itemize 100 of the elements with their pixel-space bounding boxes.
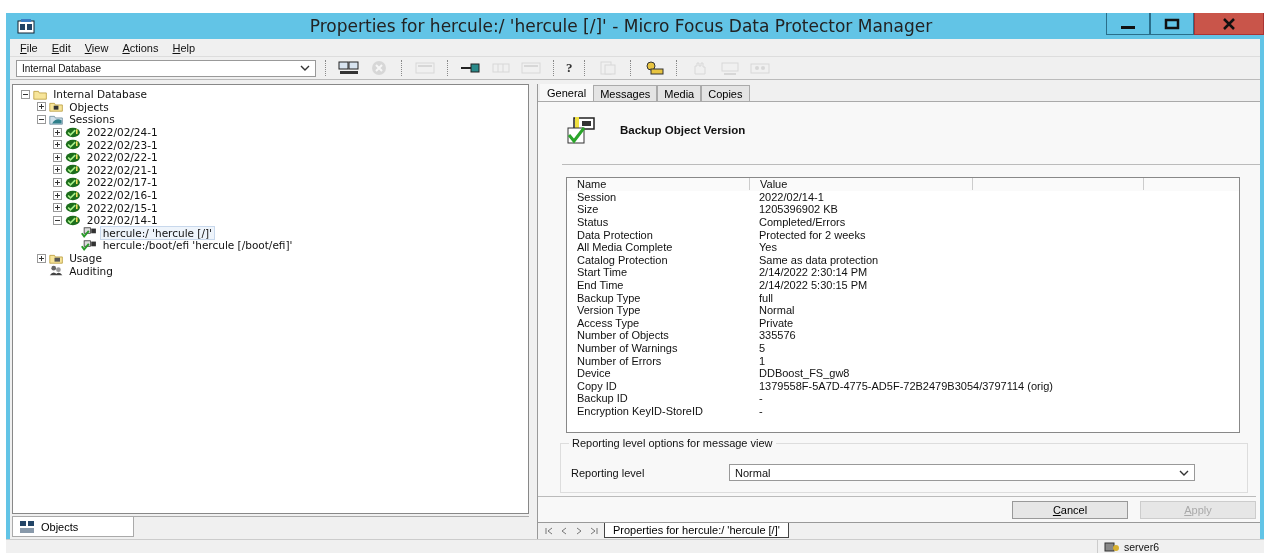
menu-item[interactable]: Edit: [51, 41, 71, 54]
column-header[interactable]: Name: [567, 178, 750, 191]
check-disc-icon: [65, 126, 81, 138]
minimize-icon: [1121, 26, 1135, 29]
expand-icon[interactable]: [53, 190, 62, 200]
next-icon[interactable]: [574, 527, 584, 535]
window-title: Properties for hercule:/ 'hercule [/]' - Micro Focus Data Protector Manager: [308, 16, 934, 36]
tab[interactable]: Messages: [593, 85, 658, 101]
folder-icon: [49, 252, 64, 264]
table-cell-text: Status: [576, 216, 610, 229]
minimize-button[interactable]: [1106, 13, 1150, 35]
tree-item[interactable]: Objects: [66, 99, 112, 114]
table-cell-text: -: [758, 392, 764, 405]
check-disc-icon: [65, 214, 81, 226]
table-cell-text: 1379558F-5A7D-4775-AD5F-72B2479B3054/3797114 (orig): [758, 379, 1053, 392]
tab[interactable]: Copies: [701, 85, 750, 101]
table-cell-text: -: [758, 405, 764, 417]
table-cell-text: Encryption KeyID-StoreID: [576, 405, 704, 417]
table-cell-text: Data Protection: [576, 228, 654, 241]
computer-check-icon: [81, 227, 97, 239]
column-header[interactable]: Value: [750, 178, 973, 191]
section-title: Backup Object Version: [620, 124, 746, 136]
expand-icon[interactable]: [53, 203, 62, 213]
tab[interactable]: General: [540, 84, 594, 101]
context-dropdown[interactable]: Internal Database: [16, 59, 316, 77]
server-icon: [1104, 540, 1120, 553]
table-cell-text: Device: [576, 367, 612, 380]
maximize-icon: [1162, 17, 1182, 30]
help-button[interactable]: ?: [564, 59, 575, 77]
tree-item[interactable]: 2022/02/15-1: [83, 200, 161, 215]
table-cell-text: Backup ID: [576, 392, 629, 405]
group-title: Reporting level options for message view: [569, 437, 776, 449]
tree-item[interactable]: Internal Database: [50, 87, 151, 102]
expand-icon[interactable]: [53, 127, 62, 137]
table-cell-text: 335576: [758, 329, 797, 342]
objects-icon: [19, 519, 35, 534]
table-cell-text: 2022/02/14-1: [758, 190, 825, 203]
menu-item[interactable]: View: [84, 41, 109, 54]
table-cell-text: Version Type: [576, 304, 642, 317]
table-cell-text: Same as data protection: [758, 253, 880, 266]
table-cell-text: Start Time: [576, 266, 629, 279]
dialog-button[interactable]: Cancel: [1012, 501, 1128, 519]
computer-icon[interactable]: [336, 59, 362, 77]
folder-icon: [49, 114, 64, 125]
document-tab[interactable]: Properties for hercule:/ 'hercule [/]': [604, 523, 789, 538]
table-cell-text: DDBoost_FS_gw8: [758, 367, 851, 380]
server-name: server6: [1124, 540, 1159, 553]
table-cell-text: 2/14/2022 5:30:15 PM: [758, 279, 869, 292]
expand-icon[interactable]: [37, 253, 46, 263]
tree-item[interactable]: Auditing: [66, 263, 116, 278]
tab[interactable]: Media: [657, 85, 702, 101]
folder-icon: [49, 101, 64, 113]
first-icon[interactable]: [544, 527, 554, 535]
expand-icon[interactable]: [53, 140, 62, 150]
collapse-icon[interactable]: [53, 215, 62, 225]
tree-item[interactable]: hercule:/ 'hercule [/]': [99, 225, 215, 240]
expand-icon[interactable]: [53, 165, 62, 175]
menu-item[interactable]: Help: [172, 41, 196, 54]
tree-item[interactable]: 2022/02/23-1: [83, 137, 161, 152]
table-cell-text: Completed/Errors: [758, 216, 847, 229]
previous-icon[interactable]: [559, 527, 569, 535]
last-icon[interactable]: [589, 527, 599, 535]
expand-icon[interactable]: [53, 177, 62, 187]
tree-item[interactable]: 2022/02/14-1: [83, 213, 161, 228]
expand-icon[interactable]: [53, 152, 62, 162]
collapse-icon[interactable]: [37, 115, 46, 124]
table-cell-text: Yes: [758, 241, 778, 254]
table-cell-text: Protected for 2 weeks: [758, 228, 867, 241]
table-cell-text: All Media Complete: [576, 241, 674, 254]
people-icon: [49, 265, 64, 277]
maximize-button[interactable]: [1150, 13, 1194, 35]
table-cell-text: End Time: [576, 279, 625, 292]
tree-item[interactable]: hercule:/boot/efi 'hercule [/boot/efi]': [99, 238, 296, 253]
expand-icon[interactable]: [37, 102, 46, 112]
reporting-level-dropdown[interactable]: Normal: [729, 464, 1195, 481]
close-button[interactable]: [1194, 13, 1264, 35]
tree-item[interactable]: Sessions: [66, 112, 118, 127]
table-cell-text: 2/14/2022 2:30:14 PM: [758, 266, 869, 279]
tab[interactable]: Objects: [12, 517, 134, 537]
tree-item[interactable]: 2022/02/24-1: [83, 125, 161, 140]
tree-item[interactable]: 2022/02/21-1: [83, 162, 161, 177]
caret-icon: [300, 65, 310, 71]
tree-item[interactable]: 2022/02/17-1: [83, 175, 161, 190]
document-check-icon: [566, 116, 598, 144]
collapse-icon[interactable]: [21, 89, 30, 99]
menu-item[interactable]: Actions: [122, 41, 159, 54]
table-cell-text: 1: [758, 354, 767, 367]
app-icon: [16, 18, 36, 34]
tree-item[interactable]: 2022/02/16-1: [83, 188, 161, 203]
check-disc-icon: [65, 151, 81, 163]
caret-icon: [1179, 469, 1189, 476]
table-cell-text: Number of Errors: [576, 354, 663, 367]
tree-item[interactable]: 2022/02/22-1: [83, 150, 161, 165]
table-cell-text: Catalog Protection: [576, 253, 669, 266]
check-disc-icon: [65, 189, 81, 201]
table-cell-text: 1205396902 KB: [758, 203, 839, 216]
table-cell-text: 5: [758, 342, 767, 354]
menu-item[interactable]: File: [20, 41, 38, 54]
tree-item[interactable]: Usage: [66, 251, 105, 265]
check-disc-icon: [65, 176, 81, 188]
